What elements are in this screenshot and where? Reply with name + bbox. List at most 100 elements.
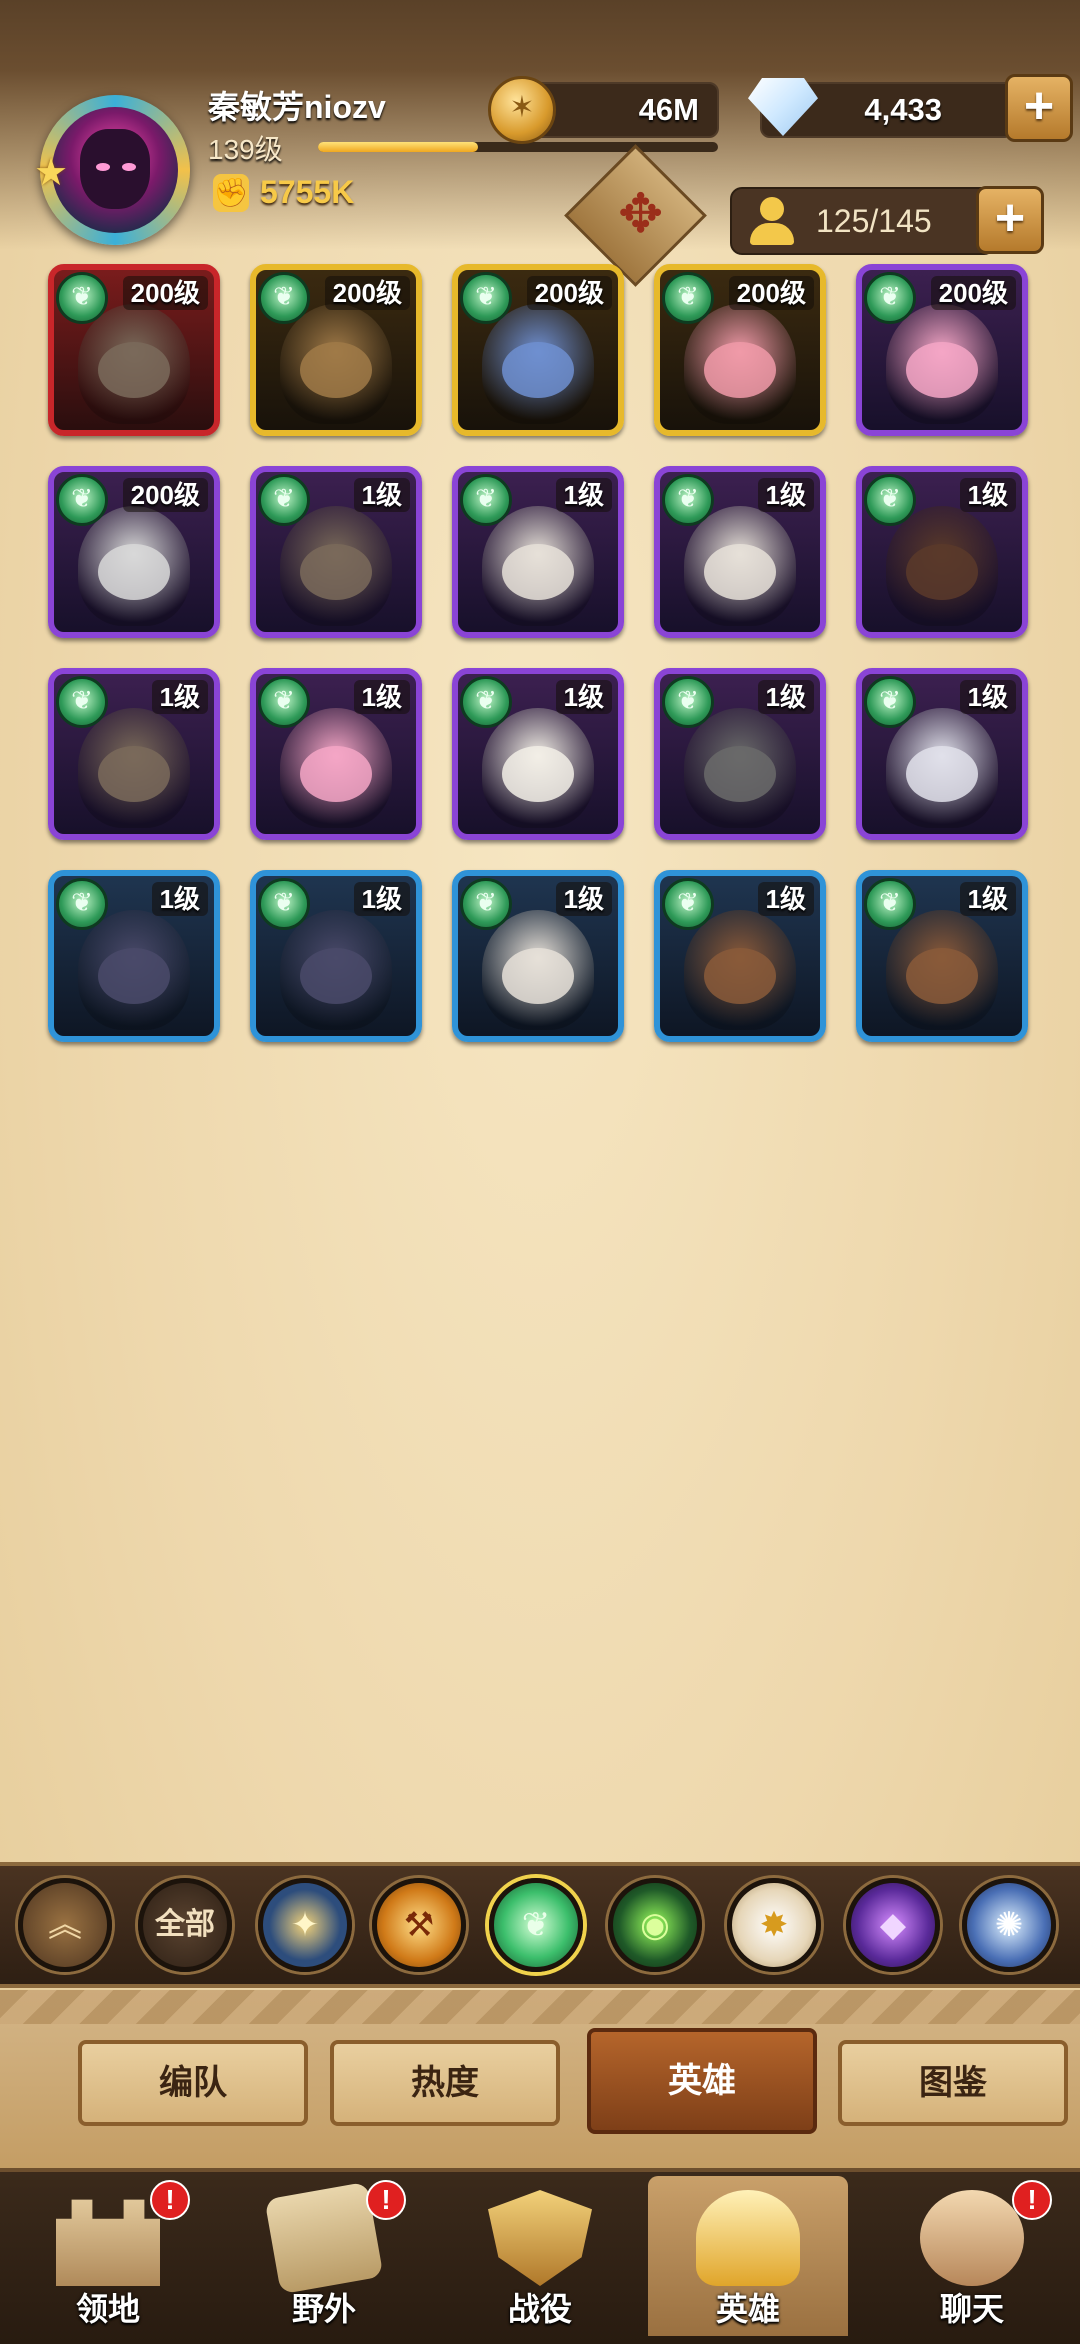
wilder-faction-icon: ❦ bbox=[864, 272, 916, 324]
nav-label: 聊天 bbox=[939, 2291, 1004, 2327]
hero-face bbox=[502, 342, 574, 398]
hero-level: 200级 bbox=[324, 276, 410, 310]
wilder-faction-icon: ❦ bbox=[662, 878, 714, 930]
hero-card[interactable]: ❦ 200级 bbox=[48, 466, 220, 638]
power-value: 5755K bbox=[260, 174, 355, 210]
wilder-faction-icon: ❦ bbox=[864, 878, 916, 930]
hero-level: 1级 bbox=[353, 680, 410, 714]
castle-icon bbox=[56, 2199, 160, 2286]
fist-icon: ✊ bbox=[213, 174, 249, 212]
player-name: 秦敏芳niozv bbox=[208, 89, 386, 125]
hero-card[interactable]: ❦ 1级 bbox=[250, 466, 422, 638]
hero-card[interactable]: ❦ 200级 bbox=[250, 264, 422, 436]
hero-card[interactable]: ❦ 1级 bbox=[654, 466, 826, 638]
collapse-up-button[interactable]: ︽ bbox=[18, 1878, 112, 1972]
tab-popularity[interactable]: 热度 bbox=[330, 2040, 560, 2126]
hero-card[interactable]: ❦ 200级 bbox=[856, 264, 1028, 436]
hero-card[interactable]: ❦ 200级 bbox=[654, 264, 826, 436]
nav-label: 领地 bbox=[75, 2291, 140, 2327]
hero-level: 1级 bbox=[555, 680, 612, 714]
gold-amount: 46M bbox=[638, 92, 699, 127]
hero-card[interactable]: ❦ 1级 bbox=[856, 668, 1028, 840]
add-diamonds-button[interactable]: + bbox=[1005, 74, 1073, 142]
faction-filter-bar: ︽ 全部 ✦ ⚒ ❦ ◉ ✸ ◆ ✺ bbox=[0, 1862, 1080, 1988]
hero-level: 200级 bbox=[122, 276, 208, 310]
hero-card[interactable]: ❦ 1级 bbox=[452, 668, 624, 840]
nav-heroes[interactable]: 英雄 bbox=[648, 2176, 848, 2336]
hero-face bbox=[98, 544, 170, 600]
wilder-faction-icon: ❦ bbox=[56, 676, 108, 728]
hero-card[interactable]: ❦ 1级 bbox=[856, 466, 1028, 638]
nav-campaign[interactable]: 战役 bbox=[440, 2176, 640, 2336]
hypogean-faction-icon[interactable]: ◆ bbox=[846, 1878, 940, 1972]
hero-level: 200级 bbox=[728, 276, 814, 310]
avatar-portrait bbox=[52, 107, 178, 233]
hero-card[interactable]: ❦ 1级 bbox=[250, 668, 422, 840]
alert-badge: ! bbox=[150, 2180, 190, 2220]
hero-card[interactable]: ❦ 1级 bbox=[452, 466, 624, 638]
hero-face bbox=[502, 948, 574, 1004]
hero-card[interactable]: ❦ 200级 bbox=[452, 264, 624, 436]
hero-level: 1级 bbox=[555, 882, 612, 916]
filter-all-button[interactable]: 全部 bbox=[138, 1878, 232, 1972]
nav-label: 野外 bbox=[291, 2291, 356, 2327]
alert-badge: ! bbox=[366, 2180, 406, 2220]
emblem-symbol-icon: ✥ bbox=[618, 184, 664, 244]
hero-card[interactable]: ❦ 1级 bbox=[48, 668, 220, 840]
expand-roster-button[interactable]: + bbox=[976, 186, 1044, 254]
hero-face bbox=[98, 342, 170, 398]
celestial-faction-icon[interactable]: ✸ bbox=[727, 1878, 821, 1972]
hero-face bbox=[704, 544, 776, 600]
hero-card[interactable]: ❦ 200级 bbox=[48, 264, 220, 436]
hero-face bbox=[906, 342, 978, 398]
hero-card[interactable]: ❦ 1级 bbox=[654, 668, 826, 840]
diamond-amount: 4,433 bbox=[864, 92, 942, 127]
hero-level: 1级 bbox=[757, 478, 814, 512]
hero-card[interactable]: ❦ 1级 bbox=[856, 870, 1028, 1042]
wilder-faction-icon: ❦ bbox=[56, 272, 108, 324]
alert-badge: ! bbox=[1012, 2180, 1052, 2220]
wilder-faction-icon: ❦ bbox=[56, 878, 108, 930]
hero-card[interactable]: ❦ 1级 bbox=[250, 870, 422, 1042]
hero-face bbox=[98, 948, 170, 1004]
hero-face bbox=[906, 948, 978, 1004]
tab-heroes[interactable]: 英雄 bbox=[587, 2028, 817, 2134]
star-icon: ★ bbox=[34, 152, 69, 194]
dimensional-faction-icon[interactable]: ✺ bbox=[962, 1878, 1056, 1972]
hero-card[interactable]: ❦ 1级 bbox=[452, 870, 624, 1042]
nav-label: 战役 bbox=[507, 2291, 572, 2327]
hero-face bbox=[704, 746, 776, 802]
wilder-faction-icon: ❦ bbox=[460, 878, 512, 930]
lightbearer-faction-icon[interactable]: ✦ bbox=[258, 1878, 352, 1972]
nav-label: 英雄 bbox=[715, 2291, 780, 2327]
player-level: 139级 bbox=[208, 134, 283, 165]
hero-face bbox=[300, 544, 372, 600]
hero-level: 200级 bbox=[122, 478, 208, 512]
mauler-faction-icon[interactable]: ⚒ bbox=[372, 1878, 466, 1972]
tab-formation[interactable]: 编队 bbox=[78, 2040, 308, 2126]
hero-face bbox=[704, 948, 776, 1004]
hero-face bbox=[704, 342, 776, 398]
hero-card[interactable]: ❦ 1级 bbox=[654, 870, 826, 1042]
roster-capacity: 125/145 bbox=[730, 187, 996, 255]
person-icon bbox=[750, 197, 794, 245]
hero-face bbox=[502, 746, 574, 802]
hero-card[interactable]: ❦ 1级 bbox=[48, 870, 220, 1042]
hero-level: 1级 bbox=[353, 882, 410, 916]
hero-level: 1级 bbox=[555, 478, 612, 512]
wilder-faction-icon: ❦ bbox=[258, 676, 310, 728]
avatar-eye bbox=[122, 163, 136, 171]
hero-face bbox=[502, 544, 574, 600]
wilder-faction-icon: ❦ bbox=[864, 474, 916, 526]
xp-fill bbox=[318, 142, 478, 152]
hero-face bbox=[300, 746, 372, 802]
sword-shield-icon bbox=[488, 2190, 592, 2286]
graveborn-faction-icon[interactable]: ◉ bbox=[608, 1878, 702, 1972]
tab-codex[interactable]: 图鉴 bbox=[838, 2040, 1068, 2126]
hero-face bbox=[300, 342, 372, 398]
hero-level: 1级 bbox=[151, 882, 208, 916]
wilder-faction-icon[interactable]: ❦ bbox=[489, 1878, 583, 1972]
wilder-faction-icon: ❦ bbox=[258, 878, 310, 930]
hero-level: 1级 bbox=[959, 680, 1016, 714]
wilder-faction-icon: ❦ bbox=[460, 474, 512, 526]
